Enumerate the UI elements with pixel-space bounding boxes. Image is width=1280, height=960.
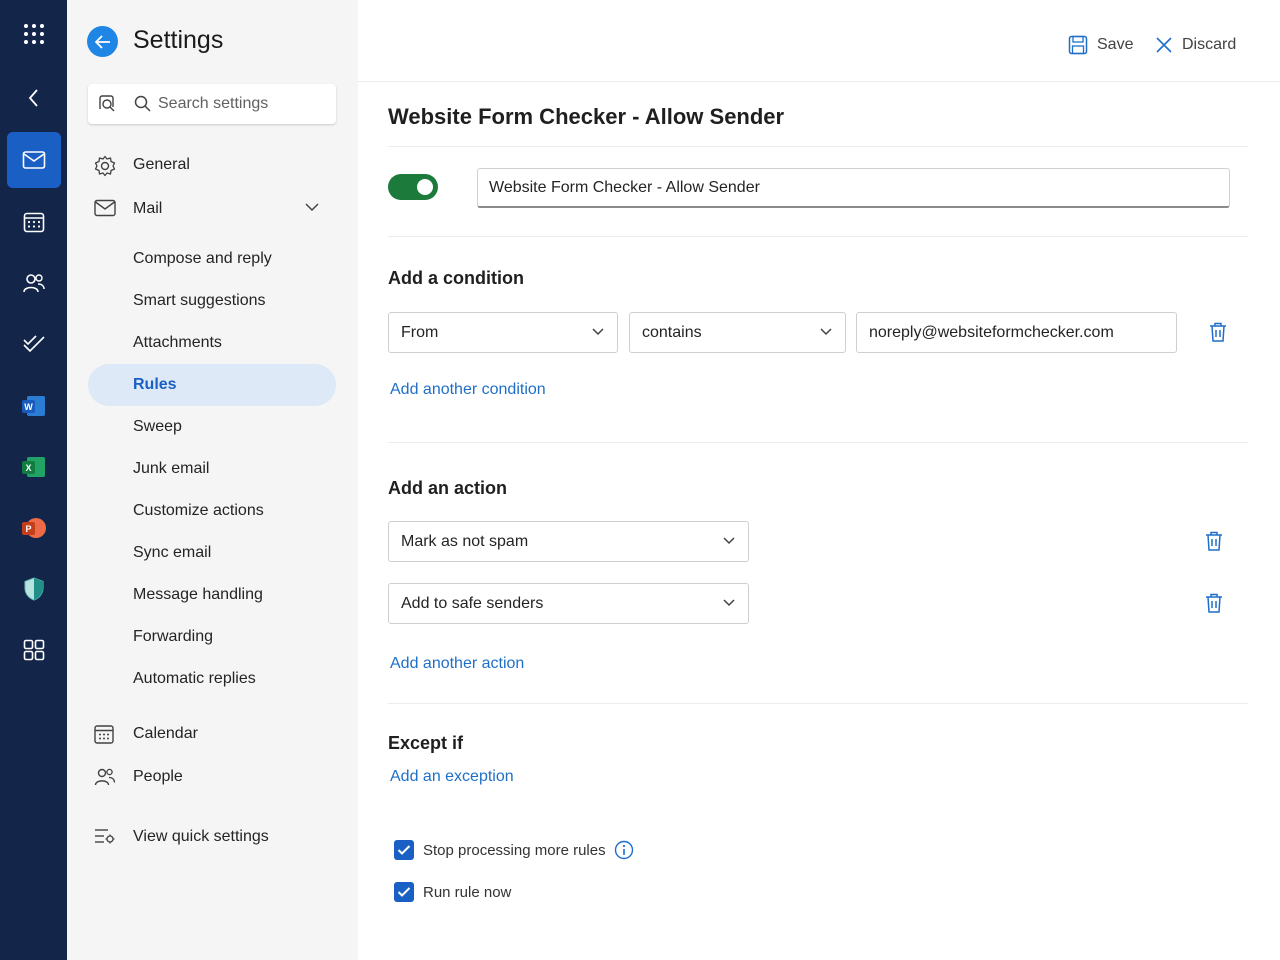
nav-message-handling[interactable]: Message handling xyxy=(88,574,336,616)
people-icon xyxy=(94,768,116,786)
toggle-knob xyxy=(417,179,433,195)
arrow-left-icon xyxy=(94,34,110,49)
save-button[interactable]: Save xyxy=(1068,32,1133,58)
chevron-down-icon xyxy=(592,328,604,336)
divider xyxy=(388,146,1248,147)
add-exception-link[interactable]: Add an exception xyxy=(390,768,514,786)
nav-general-label: General xyxy=(133,156,190,173)
nav-sweep[interactable]: Sweep xyxy=(88,406,336,448)
action-1-value: Mark as not spam xyxy=(401,532,529,550)
chevron-down-icon[interactable] xyxy=(304,202,320,212)
settings-nav: Settings Search settings General Mail Co… xyxy=(67,0,358,960)
checkbox-checked[interactable] xyxy=(394,840,414,860)
add-another-action-link[interactable]: Add another action xyxy=(390,655,524,673)
search-scope-icon xyxy=(99,95,115,112)
settings-title: Settings xyxy=(133,26,224,54)
nav-people[interactable]: People xyxy=(88,757,336,797)
discard-button[interactable]: Discard xyxy=(1155,32,1236,58)
nav-people-label: People xyxy=(133,768,183,785)
gear-icon xyxy=(94,155,116,177)
condition-field-value: From xyxy=(401,323,439,341)
add-another-condition-link[interactable]: Add another condition xyxy=(390,381,546,399)
svg-text:X: X xyxy=(25,463,31,473)
stop-processing-checkbox[interactable]: Stop processing more rules xyxy=(394,839,634,861)
close-icon xyxy=(1156,37,1172,53)
delete-action-1-icon[interactable] xyxy=(1202,529,1226,553)
condition-field-dropdown[interactable]: From xyxy=(388,312,618,353)
quick-settings-icon xyxy=(95,829,115,844)
more-apps-icon[interactable] xyxy=(7,622,61,678)
discard-label: Discard xyxy=(1182,36,1237,53)
nav-view-quick-settings[interactable]: View quick settings xyxy=(88,817,336,857)
rule-enabled-toggle[interactable] xyxy=(388,174,438,200)
checkbox-checked[interactable] xyxy=(394,882,414,902)
chevron-down-icon xyxy=(820,328,832,336)
save-label: Save xyxy=(1097,36,1134,53)
nav-forwarding[interactable]: Forwarding xyxy=(88,616,336,658)
condition-operator-dropdown[interactable]: contains xyxy=(629,312,846,353)
divider xyxy=(388,442,1248,443)
nav-calendar-label: Calendar xyxy=(133,725,198,742)
run-rule-now-label: Run rule now xyxy=(423,883,512,901)
rule-title: Website Form Checker - Allow Sender xyxy=(388,104,785,129)
svg-text:P: P xyxy=(25,524,31,534)
people-icon[interactable] xyxy=(7,255,61,311)
nav-smart-suggestions[interactable]: Smart suggestions xyxy=(88,280,336,322)
nav-compose-and-reply[interactable]: Compose and reply xyxy=(88,238,336,280)
rule-name-input[interactable] xyxy=(477,168,1230,208)
back-button[interactable] xyxy=(87,26,118,57)
run-rule-now-checkbox[interactable]: Run rule now xyxy=(394,881,511,903)
word-icon[interactable]: W xyxy=(7,378,61,434)
delete-condition-icon[interactable] xyxy=(1206,320,1230,344)
condition-value-input[interactable] xyxy=(856,312,1177,353)
condition-operator-value: contains xyxy=(642,323,702,341)
checkmark-icon xyxy=(397,845,411,855)
collapse-icon[interactable] xyxy=(7,70,61,126)
divider xyxy=(388,236,1248,237)
action-heading: Add an action xyxy=(388,478,508,498)
powerpoint-icon[interactable]: P xyxy=(7,500,61,556)
defender-icon[interactable] xyxy=(7,561,61,617)
delete-action-2-icon[interactable] xyxy=(1202,591,1226,615)
app-launcher-icon[interactable] xyxy=(7,6,61,62)
nav-rules[interactable]: Rules xyxy=(88,364,336,406)
mail-icon xyxy=(94,199,116,217)
search-settings-box[interactable]: Search settings xyxy=(88,84,336,124)
nav-junk-email[interactable]: Junk email xyxy=(88,448,336,490)
todo-icon[interactable] xyxy=(7,316,61,372)
search-input[interactable]: Search settings xyxy=(158,95,268,113)
app-rail: W X P xyxy=(0,0,67,960)
chevron-down-icon xyxy=(723,537,735,545)
nav-quick-settings-label: View quick settings xyxy=(133,828,269,845)
condition-heading: Add a condition xyxy=(388,268,524,288)
save-icon xyxy=(1068,35,1088,55)
nav-sync-email[interactable]: Sync email xyxy=(88,532,336,574)
except-heading: Except if xyxy=(388,733,464,753)
calendar-icon xyxy=(94,725,114,744)
nav-automatic-replies[interactable]: Automatic replies xyxy=(88,658,336,700)
action-2-value: Add to safe senders xyxy=(401,594,544,612)
nav-attachments[interactable]: Attachments xyxy=(88,322,336,364)
svg-text:W: W xyxy=(24,402,33,412)
action-dropdown-1[interactable]: Mark as not spam xyxy=(388,521,749,562)
checkmark-icon xyxy=(397,887,411,897)
stop-processing-label: Stop processing more rules xyxy=(423,841,606,859)
info-icon[interactable] xyxy=(614,840,634,860)
action-dropdown-2[interactable]: Add to safe senders xyxy=(388,583,749,624)
nav-general[interactable]: General xyxy=(88,145,336,185)
search-icon xyxy=(134,95,151,112)
nav-mail-label: Mail xyxy=(133,200,163,217)
mail-icon[interactable] xyxy=(7,132,61,188)
toolbar: Save Discard xyxy=(358,0,1280,82)
nav-customize-actions[interactable]: Customize actions xyxy=(88,490,336,532)
rule-editor: Save Discard Website Form Checker - Allo… xyxy=(358,0,1280,960)
calendar-icon[interactable] xyxy=(7,194,61,250)
divider xyxy=(388,703,1248,704)
chevron-down-icon xyxy=(723,599,735,607)
nav-calendar[interactable]: Calendar xyxy=(88,714,336,754)
nav-mail[interactable]: Mail xyxy=(88,189,336,229)
excel-icon[interactable]: X xyxy=(7,439,61,495)
